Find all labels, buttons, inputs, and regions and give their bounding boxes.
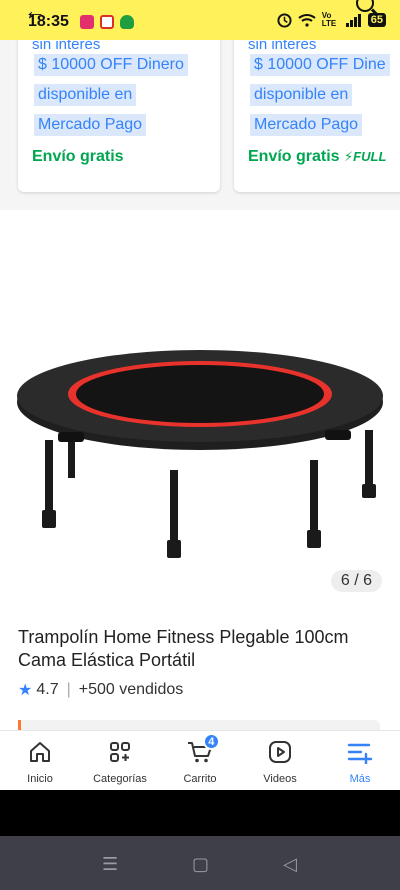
product-card[interactable]: sin interés $ 10000 OFF Dinero disponibl…	[18, 40, 220, 192]
back-button-icon[interactable]: ◁	[283, 854, 297, 875]
promo-line: Mercado Pago	[250, 114, 363, 136]
promo-line: disponible en	[250, 84, 353, 106]
bottom-navigation: Inicio Categorías 4 Carrito Videos Más	[0, 730, 400, 790]
home-button-icon[interactable]: ▢	[192, 854, 209, 875]
free-shipping-label: Envío gratis ⚡FULL	[248, 148, 386, 166]
installments-text: sin interés	[32, 40, 101, 53]
promo-line: disponible en	[34, 84, 137, 106]
wifi-icon	[298, 14, 316, 27]
network-type-label: Vo LTE	[321, 11, 337, 28]
full-badge-text: FULL	[353, 149, 387, 164]
recommendation-carousel[interactable]: sin interés $ 10000 OFF Dinero disponibl…	[0, 40, 400, 210]
alarm-icon	[277, 12, 292, 28]
promo-line: $ 10000 OFF Dinero	[34, 54, 188, 76]
signal-icon	[345, 14, 361, 27]
rating-value: 4.7	[36, 681, 59, 698]
product-title: Trampolín Home Fitness Plegable 100cm Ca…	[18, 627, 349, 670]
battery-indicator: 65	[367, 13, 386, 27]
product-card[interactable]: sin interés $ 10000 OFF Dine disponible …	[234, 40, 400, 192]
nav-item-inicio[interactable]: Inicio	[0, 731, 80, 790]
nav-label: Categorías	[93, 773, 147, 785]
categories-icon	[105, 739, 135, 765]
recent-apps-icon[interactable]: ☰	[102, 854, 118, 875]
shield-notification-icon	[120, 15, 134, 29]
promo-banner-edge	[18, 720, 380, 730]
instagram-notification-icon	[80, 15, 94, 29]
image-counter: 6 / 6	[330, 570, 382, 592]
video-icon	[265, 739, 295, 765]
separator: |	[66, 681, 71, 698]
nav-item-categorias[interactable]: Categorías	[80, 731, 160, 790]
nav-label: Inicio	[27, 773, 53, 785]
promo-line: $ 10000 OFF Dine	[250, 54, 390, 76]
rating-row[interactable]: ★ 4.7 | +500 vendidos	[18, 680, 183, 700]
system-navigation-bar: ☰ ▢ ◁	[0, 836, 400, 890]
gmail-notification-icon	[100, 15, 114, 29]
nav-label: Videos	[263, 773, 297, 785]
nav-label: Carrito	[183, 773, 217, 785]
search-icon[interactable]	[356, 0, 374, 12]
app-root: ← 18:35 Vo LTE 65 sin interés $ 10000 OF…	[0, 0, 400, 890]
free-shipping-text: Envío gratis	[248, 148, 340, 165]
menu-plus-icon	[345, 739, 375, 765]
nav-item-videos[interactable]: Videos	[240, 731, 320, 790]
home-icon	[25, 739, 55, 765]
status-time: 18:35	[28, 13, 69, 30]
product-image-gallery[interactable]: 6 / 6	[0, 210, 400, 605]
free-shipping-label: Envío gratis	[32, 148, 124, 165]
status-bar: ← 18:35 Vo LTE 65	[0, 0, 400, 40]
full-badge: ⚡FULL	[344, 149, 386, 164]
status-icons: Vo LTE 65	[277, 12, 386, 28]
screen-divider	[0, 790, 400, 836]
installments-text: sin interés	[248, 40, 317, 53]
star-icon: ★	[18, 682, 33, 699]
promo-line: Mercado Pago	[34, 114, 147, 136]
sold-count: +500 vendidos	[78, 681, 184, 698]
nav-item-carrito[interactable]: 4 Carrito	[160, 731, 240, 790]
cart-count-badge: 4	[202, 733, 220, 750]
nav-item-mas[interactable]: Más	[320, 731, 400, 790]
trampoline-image	[17, 350, 383, 558]
lightning-icon: ⚡	[344, 149, 354, 164]
nav-label: Más	[349, 773, 371, 785]
